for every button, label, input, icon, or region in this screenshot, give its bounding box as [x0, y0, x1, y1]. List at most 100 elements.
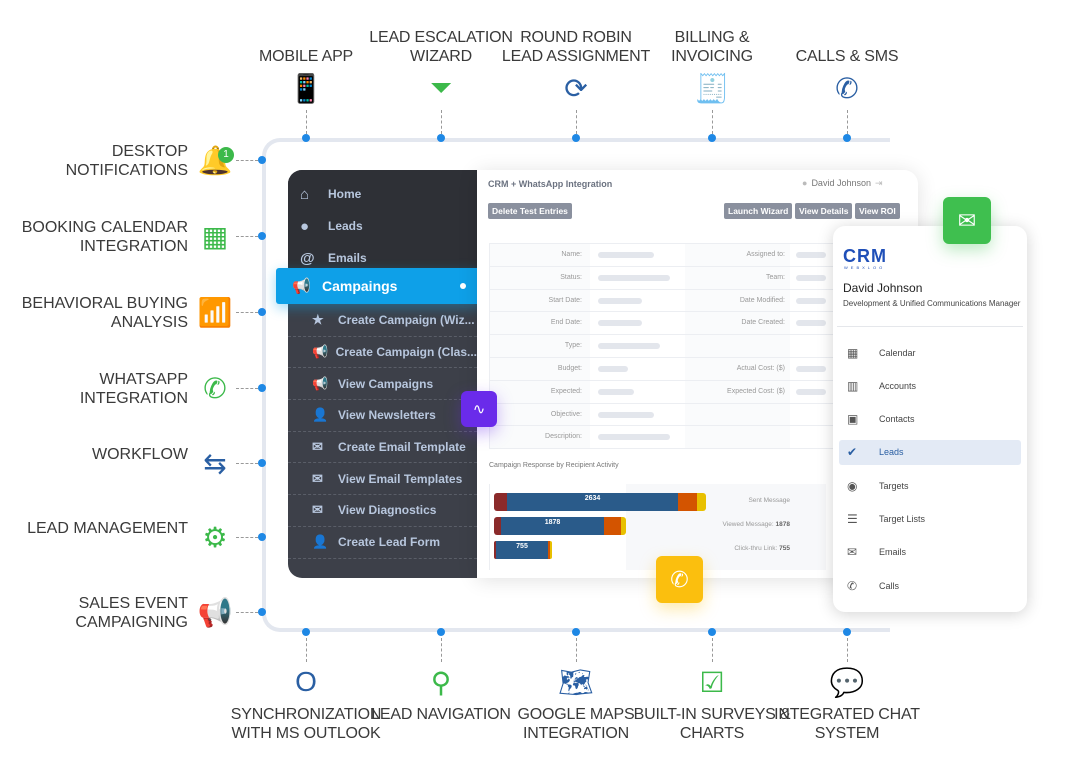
field-value-placeholder: [598, 411, 654, 418]
mobile-menu-item[interactable]: ◉ Targets: [839, 473, 1021, 498]
menu-label: Emails: [879, 547, 907, 558]
connector-line: [236, 463, 258, 464]
field-label: Objective:: [550, 410, 582, 418]
connector-line: [576, 110, 577, 134]
mobile-app-icon: 📱: [288, 72, 324, 104]
connector-dot: [437, 134, 445, 142]
subitem-label: View Email Templates: [338, 471, 463, 486]
connector-dot: [437, 628, 445, 636]
at-icon: @: [300, 249, 315, 267]
field-value-placeholder: [796, 297, 826, 304]
home-icon: ⌂: [300, 185, 310, 203]
connector-line: [847, 110, 848, 134]
field-value-placeholder: [598, 343, 660, 350]
logout-icon[interactable]: ⇥: [875, 178, 883, 189]
view-roi-button[interactable]: View ROI: [855, 203, 900, 219]
chat-icon: 💬: [829, 666, 865, 698]
feature-label: ROUND ROBIN LEAD ASSIGNMENT: [501, 29, 651, 65]
sidebar-item-campaigns[interactable]: 📢 Campaings: [276, 268, 482, 304]
subitem-label: Create Campaign (Wiz...: [338, 313, 475, 328]
connector-line: [236, 312, 258, 313]
sidebar-label: Emails: [328, 251, 367, 265]
sidebar-subitem[interactable]: 📢 Create Campaign (Clas...: [288, 337, 477, 369]
mobile-menu-item[interactable]: ✔ Leads: [839, 439, 1021, 465]
menu-label: Calls: [879, 580, 900, 591]
mobile-menu-item[interactable]: ▥ Accounts: [839, 373, 1021, 398]
field-row: Expected: Expected Cost: ($): [490, 380, 840, 404]
profile-name: David Johnson: [843, 281, 923, 295]
connector-dot: [258, 459, 266, 467]
notification-badge: 1: [218, 147, 234, 163]
mobile-app-panel: CRM WEBXLOO David Johnson Development & …: [833, 226, 1027, 612]
sidebar-subitem[interactable]: ✉ View Email Templates: [288, 463, 477, 496]
feature-label: WHATSAPP INTEGRATION: [79, 371, 188, 407]
sidebar-subitem[interactable]: ✉ View Diagnostics: [288, 495, 477, 527]
field-label: Name:: [561, 251, 582, 258]
list-icon: ☰: [847, 512, 858, 526]
divider: [837, 326, 1023, 327]
field-value-placeholder: [598, 366, 628, 372]
field-value-placeholder: [598, 320, 642, 327]
bar-segment: [550, 541, 552, 559]
field-label: Description:: [545, 433, 582, 441]
envelope-icon: ✉: [957, 207, 977, 233]
subitem-label: View Newsletters: [338, 408, 436, 423]
field-value-placeholder: [796, 366, 826, 372]
menu-label: Accounts: [879, 380, 917, 391]
building-icon: ▥: [847, 378, 859, 393]
page-title: CRM + WhatsApp Integration: [488, 179, 613, 189]
field-label: Assigned to:: [746, 251, 785, 258]
chart-title: Campaign Response by Recipient Activity: [489, 462, 619, 469]
mobile-menu-item[interactable]: ✉ Emails: [839, 540, 1021, 565]
sidebar-subitem[interactable]: ✉ Create Email Template: [288, 432, 477, 464]
connector-dot: [572, 134, 580, 142]
mobile-menu-item[interactable]: ▦ Calendar: [839, 340, 1021, 365]
phone-sms-icon: ✆: [835, 72, 859, 104]
sidebar-item-leads[interactable]: ● Leads: [288, 210, 477, 242]
subitem-label: View Campaigns: [338, 376, 434, 391]
outlook-icon: O: [295, 666, 317, 697]
bar-value: 1878: [544, 519, 561, 526]
active-dot: [460, 283, 466, 289]
menu-label: Targets: [879, 480, 909, 491]
menu-label: Target Lists: [879, 514, 926, 524]
field-row: Type:: [490, 335, 840, 358]
view-details-button[interactable]: View Details: [795, 203, 853, 219]
mobile-menu-item[interactable]: ✆ Calls: [839, 573, 1021, 598]
subitem-icon: 📢: [312, 344, 329, 360]
bar-segment: [621, 517, 626, 535]
field-row: Description:: [490, 426, 840, 450]
mobile-menu-item[interactable]: ☰ Target Lists: [839, 507, 1021, 532]
connector-line: [441, 110, 442, 134]
launch-wizard-button[interactable]: Launch Wizard: [724, 203, 793, 219]
field-label: Team:: [765, 273, 785, 281]
field-row: Status: Team:: [490, 266, 840, 290]
phone-badge: ✆: [656, 556, 703, 603]
field-label: Actual Cost: ($): [736, 365, 785, 372]
sidebar-item-home[interactable]: ⌂ Home: [288, 178, 477, 210]
bar-segment: [604, 517, 621, 535]
bar-label-text: Viewed Message:: [722, 521, 774, 528]
mobile-menu-item[interactable]: ▣ Contacts: [839, 407, 1021, 432]
analytics-badge: ∿: [461, 391, 497, 427]
subitem-icon: 👤: [312, 534, 329, 550]
subitem-icon: 👤: [312, 407, 329, 423]
field-row: Name: Assigned to:: [490, 244, 840, 267]
feature-label: WORKFLOW: [92, 446, 188, 463]
sidebar-subitem[interactable]: 👤 View Newsletters: [288, 400, 477, 432]
delete-test-entries-button[interactable]: Delete Test Entries: [488, 203, 572, 219]
field-value-placeholder: [796, 388, 826, 395]
sidebar-subitem[interactable]: 👤 Create Lead Form: [288, 527, 477, 559]
user-menu[interactable]: ● David Johnson ⇥: [802, 178, 883, 189]
bar-label-text: Click-thru Link:: [734, 545, 778, 552]
sidebar-subitem[interactable]: 📢 View Campaigns: [288, 368, 477, 401]
calendar-icon: ▦: [847, 345, 859, 360]
connector-dot: [302, 134, 310, 142]
connector-line: [306, 110, 307, 134]
field-label: Expected:: [550, 387, 582, 395]
crm-logo: CRM: [843, 246, 887, 266]
field-value-placeholder: [796, 274, 826, 281]
menu-label: Leads: [879, 447, 904, 458]
field-row: Budget: Actual Cost: ($): [490, 358, 840, 381]
sidebar-subitem[interactable]: ★ Create Campaign (Wiz...: [288, 305, 477, 337]
